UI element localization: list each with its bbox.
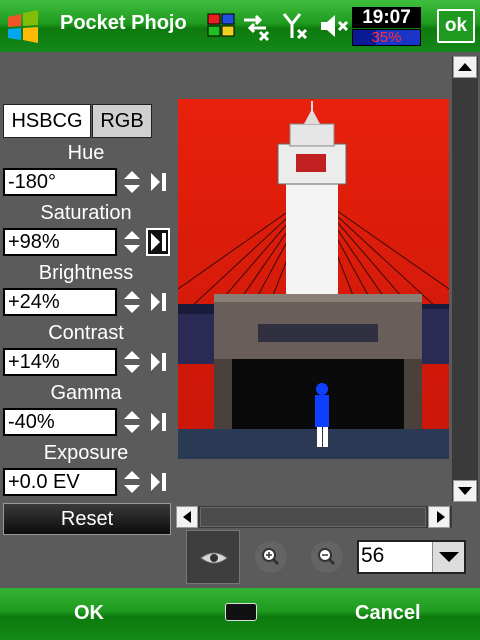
exposure-end-button[interactable] — [146, 468, 170, 496]
contrast-label: Contrast — [48, 322, 124, 344]
scroll-down-button[interactable] — [453, 480, 477, 502]
hue-value-field[interactable]: -180° — [3, 168, 117, 196]
contrast-end-button[interactable] — [146, 348, 170, 376]
softkey-ok[interactable]: OK — [74, 602, 104, 625]
reset-button[interactable]: Reset — [3, 503, 171, 535]
connectivity-icon[interactable] — [206, 10, 238, 42]
signal-off-icon[interactable] — [280, 10, 312, 42]
saturation-end-button[interactable] — [146, 228, 170, 256]
contrast-value-field[interactable]: +14% — [3, 348, 117, 376]
battery-indicator: 35% — [352, 29, 421, 46]
gamma-label: Gamma — [50, 382, 122, 404]
tab-hsbcg[interactable]: HSBCG — [3, 104, 91, 138]
exposure-spinner[interactable] — [122, 468, 142, 496]
brightness-value-field[interactable]: +24% — [3, 288, 117, 316]
zoom-in-button[interactable] — [244, 530, 298, 584]
eye-icon — [200, 552, 228, 564]
sync-icon[interactable] — [240, 10, 272, 42]
horizontal-scrollbar[interactable] — [176, 506, 452, 528]
clock: 19:07 — [352, 7, 421, 28]
zoom-value: 56 — [361, 544, 385, 567]
gamma-value-field[interactable]: -40% — [3, 408, 117, 436]
battery-percent: 35% — [371, 29, 402, 46]
zoom-out-icon — [311, 541, 343, 573]
photo-preview[interactable] — [178, 99, 449, 459]
scroll-up-button[interactable] — [453, 56, 477, 78]
hue-spinner[interactable] — [122, 168, 142, 196]
app-title: Pocket Phojo — [60, 12, 187, 34]
clock-battery[interactable]: 19:07 35% — [352, 7, 421, 47]
hue-end-button[interactable] — [146, 168, 170, 196]
chevron-down-icon[interactable] — [432, 542, 464, 572]
brightness-label: Brightness — [38, 262, 134, 284]
volume-off-icon[interactable] — [318, 10, 350, 42]
softkey-bar: OK Cancel — [0, 588, 480, 640]
horizontal-scroll-thumb[interactable] — [200, 507, 426, 527]
exposure-label: Exposure — [43, 442, 129, 464]
zoom-in-icon — [255, 541, 287, 573]
title-ok-button[interactable]: ok — [437, 9, 475, 43]
contrast-spinner[interactable] — [122, 348, 142, 376]
zoom-out-button[interactable] — [300, 530, 354, 584]
brightness-end-button[interactable] — [146, 288, 170, 316]
gamma-spinner[interactable] — [122, 408, 142, 436]
saturation-label: Saturation — [40, 202, 132, 224]
tab-rgb[interactable]: RGB — [92, 104, 152, 138]
windows-start-icon[interactable] — [4, 8, 42, 46]
scroll-left-button[interactable] — [176, 506, 198, 528]
softkey-cancel[interactable]: Cancel — [355, 602, 421, 625]
vertical-scrollbar[interactable] — [452, 56, 478, 502]
zoom-select[interactable]: 56 — [357, 540, 466, 574]
preview-toggle-button[interactable] — [186, 530, 240, 584]
gamma-end-button[interactable] — [146, 408, 170, 436]
keyboard-icon[interactable] — [225, 603, 257, 621]
hue-label: Hue — [67, 142, 105, 164]
saturation-value-field[interactable]: +98% — [3, 228, 117, 256]
brightness-spinner[interactable] — [122, 288, 142, 316]
exposure-value-field[interactable]: +0.0 EV — [3, 468, 117, 496]
saturation-spinner[interactable] — [122, 228, 142, 256]
scroll-right-button[interactable] — [428, 506, 450, 528]
title-bar: Pocket Phojo 19:07 35% ok — [0, 0, 480, 52]
